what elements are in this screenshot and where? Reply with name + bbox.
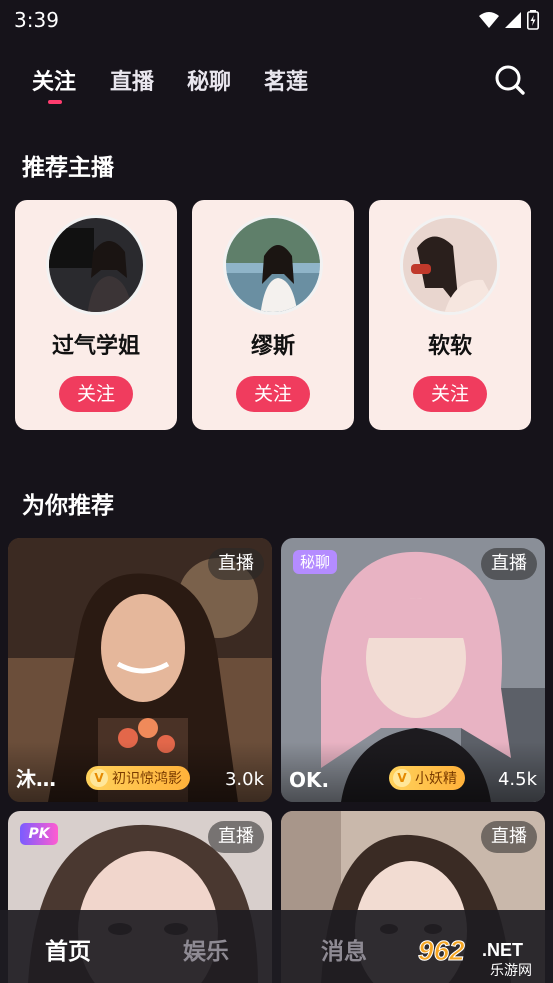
streamer-name: 沐… — [16, 767, 56, 791]
tab-follow[interactable]: 关注 — [32, 64, 76, 96]
avatar[interactable] — [400, 215, 500, 315]
live-room-card[interactable]: 直播 沐… V 初识惊鸿影 3.0k — [8, 538, 272, 802]
status-bar: 3:39 — [0, 0, 553, 40]
viewer-count: 4.5k — [497, 769, 537, 790]
tab-secret-chat[interactable]: 秘聊 — [187, 64, 231, 96]
wifi-icon — [479, 12, 499, 28]
avatar-photo-placeholder — [226, 218, 320, 312]
section-title-for-you: 为你推荐 — [22, 493, 114, 519]
streamer-card[interactable]: 过气学姐 关注 — [15, 200, 177, 430]
live-tag: 直播 — [208, 548, 264, 580]
tab-minglian[interactable]: 茗莲 — [264, 64, 308, 96]
status-icons — [479, 10, 539, 30]
top-tab-bar: 关注 直播 秘聊 茗莲 — [0, 58, 553, 106]
status-time: 3:39 — [14, 8, 59, 32]
follow-button[interactable]: 关注 — [59, 376, 133, 412]
signal-icon — [505, 12, 521, 28]
live-tag: 直播 — [208, 821, 264, 853]
viewer-count: 3.0k — [224, 769, 264, 790]
vip-badge-icon: V — [90, 769, 108, 787]
badge-text: 初识惊鸿影 — [112, 771, 182, 787]
pk-tag: PK — [20, 823, 58, 845]
streamer-name: 软软 — [427, 334, 472, 359]
tab-live[interactable]: 直播 — [110, 64, 154, 96]
avatar[interactable] — [223, 215, 323, 315]
live-tag: 直播 — [481, 821, 537, 853]
nav-entertainment[interactable]: 娱乐 — [183, 932, 229, 966]
secret-chat-tag: 秘聊 — [293, 550, 338, 574]
battery-icon — [527, 10, 539, 30]
avatar-photo-placeholder — [403, 218, 497, 312]
avatar[interactable] — [46, 215, 146, 315]
active-tab-indicator — [48, 100, 62, 104]
streamer-name: 过气学姐 — [51, 334, 140, 359]
svg-text:.NET: .NET — [482, 940, 523, 960]
live-room-card[interactable]: 秘聊 直播 OK. V 小妖精 4.5k — [281, 538, 545, 802]
follow-button[interactable]: 关注 — [236, 376, 310, 412]
streamer-name: 缪斯 — [250, 334, 295, 359]
vip-badge-icon: V — [393, 769, 411, 787]
nav-messages[interactable]: 消息 — [321, 932, 367, 966]
section-title-recommended-streamers: 推荐主播 — [22, 155, 114, 181]
svg-text:962: 962 — [418, 935, 465, 966]
live-tag: 直播 — [481, 548, 537, 580]
nav-home[interactable]: 首页 — [45, 932, 91, 966]
follow-button[interactable]: 关注 — [413, 376, 487, 412]
badge-text: 小妖精 — [415, 771, 457, 787]
watermark-logo: 962 .NET 乐游网 — [418, 935, 533, 979]
streamer-name: OK. — [289, 768, 330, 792]
search-icon[interactable] — [494, 64, 526, 96]
streamer-card[interactable]: 缪斯 关注 — [192, 200, 354, 430]
fan-badge: V 初识惊鸿影 — [86, 766, 190, 790]
fan-badge: V 小妖精 — [389, 766, 465, 790]
streamer-card[interactable]: 软软 关注 — [369, 200, 531, 430]
svg-text:乐游网: 乐游网 — [490, 963, 532, 978]
avatar-photo-placeholder — [49, 218, 143, 312]
